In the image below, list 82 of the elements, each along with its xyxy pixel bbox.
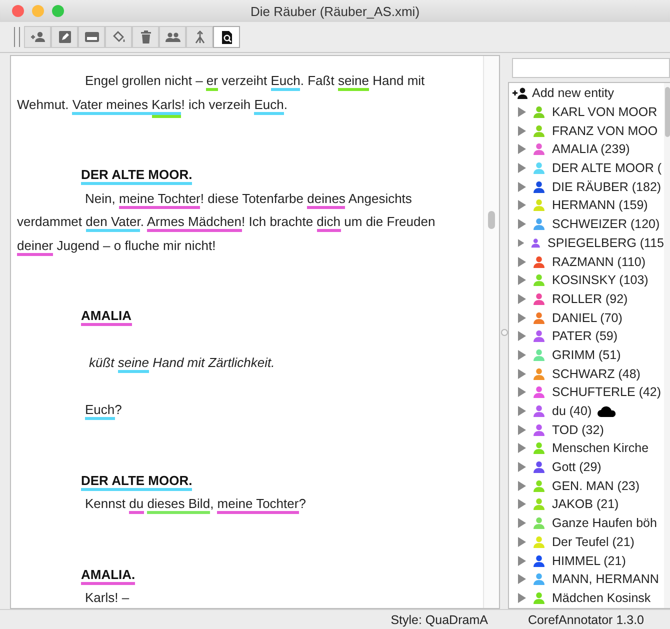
expand-arrow-icon[interactable]: [518, 219, 526, 230]
speech-text: Karls! –: [84, 589, 130, 607]
entity-label[interactable]: KOSINSKY (103): [552, 273, 648, 288]
entity-label[interactable]: FRANZ VON MOO: [552, 124, 658, 138]
expand-arrow-icon[interactable]: [518, 331, 526, 342]
entity-label[interactable]: TOD (32): [552, 422, 604, 437]
expand-arrow-icon[interactable]: [518, 424, 526, 435]
expand-arrow-icon[interactable]: [518, 443, 526, 454]
expand-arrow-icon[interactable]: [518, 480, 526, 491]
entity-label[interactable]: PATER (59): [552, 329, 618, 344]
entity-label[interactable]: HERMANN (159): [552, 198, 648, 212]
entity-label[interactable]: SCHWARZ (48): [552, 366, 640, 381]
zoom-button[interactable]: [52, 5, 64, 17]
expand-arrow-icon[interactable]: [518, 574, 526, 584]
entity-label[interactable]: SCHWEIZER (120): [552, 217, 660, 232]
expand-arrow-icon[interactable]: [518, 238, 524, 248]
entity-label[interactable]: SCHUFTERLE (42): [552, 385, 662, 400]
expand-arrow-icon[interactable]: [518, 387, 526, 398]
entity-label[interactable]: GRIMM (51): [552, 348, 621, 362]
version-label: CorefAnnotator 1.3.0: [528, 612, 644, 626]
scrollbar-thumb[interactable]: [665, 87, 670, 137]
expand-arrow-icon[interactable]: [518, 499, 526, 510]
expand-arrow-icon[interactable]: [518, 592, 526, 603]
entity-label[interactable]: SPIEGELBERG (115: [548, 236, 664, 250]
close-button[interactable]: [12, 5, 24, 17]
expand-arrow-icon[interactable]: [518, 144, 526, 154]
speaker-name: AMALIA.: [17, 562, 461, 586]
expand-arrow-icon[interactable]: [518, 126, 526, 136]
entity-label[interactable]: MANN, HERMANN: [552, 572, 659, 586]
expand-arrow-icon[interactable]: [518, 536, 526, 547]
entity-label[interactable]: Der Teufel (21): [552, 534, 634, 549]
entity-label[interactable]: DANIEL (70): [552, 310, 622, 325]
expand-arrow-icon[interactable]: [518, 312, 526, 323]
entity-label[interactable]: du (40): [552, 404, 592, 418]
expand-arrow-icon[interactable]: [518, 406, 526, 416]
entity-label[interactable]: AMALIA (239): [552, 142, 630, 156]
entity-label[interactable]: Gott (29): [552, 460, 602, 474]
entity-label[interactable]: KARL VON MOOR: [552, 105, 658, 120]
expand-arrow-icon[interactable]: [518, 518, 526, 528]
entity-label[interactable]: DIE RÄUBER (182): [552, 180, 662, 194]
window-title: Die Räuber (Räuber_AS.xmi): [250, 4, 420, 18]
expand-arrow-icon[interactable]: [518, 275, 526, 286]
speaker-name: AMALIA: [17, 304, 461, 328]
entity-label[interactable]: ROLLER (92): [552, 292, 628, 306]
toolbar-button[interactable]: [213, 26, 240, 48]
entity-label[interactable]: Menschen Kirche: [552, 441, 649, 456]
entity-label[interactable]: Ganze Haufen böh: [552, 516, 657, 530]
entity-label[interactable]: Mädchen Kosinsk: [552, 590, 651, 605]
expand-arrow-icon[interactable]: [518, 294, 526, 304]
stage-direction: küßt seine Hand mit Zärtlichkeit.: [17, 351, 461, 374]
expand-arrow-icon[interactable]: [518, 200, 526, 210]
edit-icon: [56, 30, 72, 44]
entity-label[interactable]: RAZMANN (110): [552, 254, 646, 269]
splitter-handle-icon[interactable]: [500, 328, 508, 336]
add-person-icon: [30, 30, 46, 44]
expand-arrow-icon[interactable]: [518, 350, 526, 360]
expand-arrow-icon[interactable]: [518, 163, 526, 174]
expand-arrow-icon[interactable]: [518, 556, 526, 566]
add-person-icon[interactable]: [512, 87, 528, 100]
expand-arrow-icon[interactable]: [518, 256, 526, 267]
paint-bucket-icon: [110, 30, 126, 44]
expand-arrow-icon[interactable]: [518, 107, 526, 118]
speaker-name: DER ALTE MOOR.: [17, 468, 461, 492]
speech-text: Engel grollen nicht – er verzeiht Euch. Faßt seine Hand mit Wehmut. Vater meines Karls! ich verzeih Euch.: [17, 69, 461, 116]
speech-text: Kennst du dieses Bild, meine Tochter?: [17, 492, 461, 516]
search-field[interactable]: [512, 58, 670, 78]
entity-label[interactable]: HIMMEL (21): [552, 554, 626, 568]
speech-text: Nein, meine Tochter! diese Totenfarbe deines Angesichts verdammet den Vater. Armes Mädchen! Ich brachte dich um die Freuden deiner Jugend – o fluche mir nicht!: [17, 186, 461, 257]
entity-label[interactable]: DER ALTE MOOR (: [552, 161, 662, 176]
speaker-name: DER ALTE MOOR.: [17, 163, 461, 186]
entity-label[interactable]: GEN. MAN (23): [552, 478, 640, 493]
style-label: Style: QuaDramA: [390, 612, 488, 626]
people-icon: [164, 30, 180, 44]
add-entity-link[interactable]: Add new entity: [532, 86, 614, 100]
expand-arrow-icon[interactable]: [518, 182, 526, 192]
toolbar-grip[interactable]: [14, 27, 20, 47]
expand-arrow-icon[interactable]: [518, 368, 526, 379]
speech-text: Euch?: [17, 398, 461, 422]
card-icon: [84, 30, 100, 44]
scrollbar-thumb[interactable]: [488, 211, 495, 229]
expand-arrow-icon[interactable]: [518, 462, 526, 472]
entity-label[interactable]: JAKOB (21): [552, 497, 619, 512]
